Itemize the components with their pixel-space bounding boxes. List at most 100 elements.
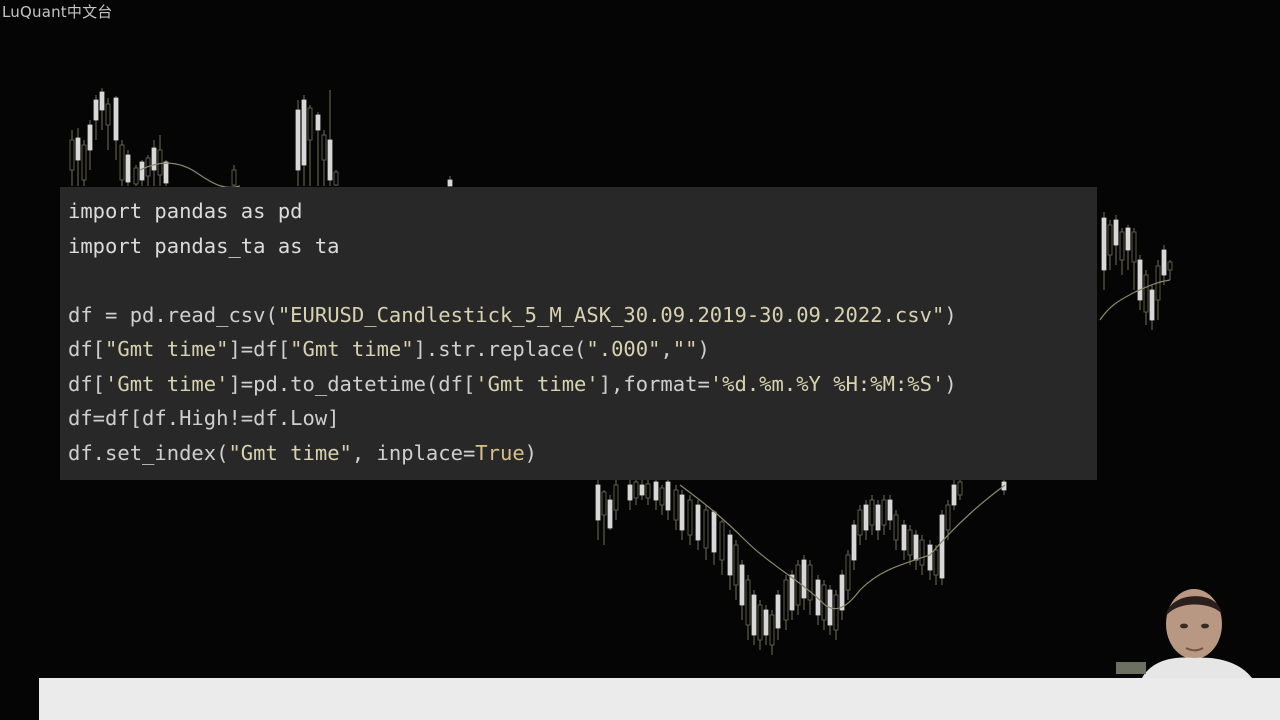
candle-body xyxy=(81,144,87,181)
candle xyxy=(607,495,613,530)
candle-body xyxy=(295,109,301,171)
candle-body xyxy=(887,499,893,521)
code-line: import pandas_ta as ta xyxy=(68,229,1097,264)
candle-body xyxy=(857,509,863,536)
candle xyxy=(845,550,851,600)
candle xyxy=(447,176,453,187)
candle-body xyxy=(601,491,607,516)
candle-body xyxy=(839,574,845,611)
candle-body xyxy=(801,559,807,599)
code-token: ) xyxy=(944,302,957,327)
code-token: ],format= xyxy=(598,371,710,396)
candle xyxy=(87,120,93,170)
candle-body xyxy=(695,504,701,541)
candle-body xyxy=(327,139,333,181)
candle-body xyxy=(939,514,945,579)
candle xyxy=(633,480,639,505)
candle-body xyxy=(1161,249,1167,276)
candle-body xyxy=(919,539,925,566)
candle-body xyxy=(133,167,139,185)
code-token: , inplace= xyxy=(351,440,476,465)
candle xyxy=(315,112,321,186)
candle-body xyxy=(613,484,619,511)
candle xyxy=(833,590,839,640)
candle xyxy=(295,100,301,186)
candle-body xyxy=(745,579,751,626)
candle xyxy=(887,495,893,530)
candle-body xyxy=(679,494,685,531)
code-token: ".000" xyxy=(586,337,661,361)
candle-body xyxy=(99,91,105,111)
candle-body xyxy=(893,514,899,541)
candle xyxy=(919,535,925,575)
candle-body xyxy=(751,594,757,636)
candle xyxy=(301,95,307,186)
candle xyxy=(639,480,645,500)
code-line: df=df[df.High!=df.Low] xyxy=(68,401,1097,436)
candle xyxy=(703,505,709,560)
candle-body xyxy=(163,161,169,184)
code-token: "Gmt time" xyxy=(105,337,229,361)
candle xyxy=(105,98,111,150)
candle xyxy=(769,610,775,655)
candle xyxy=(745,575,751,640)
code-token: "Gmt time" xyxy=(290,337,414,361)
candle-body xyxy=(845,554,851,591)
candle-body xyxy=(807,564,813,601)
candle xyxy=(775,590,781,640)
candle xyxy=(807,560,813,615)
candle xyxy=(613,480,619,520)
code-token: df[ xyxy=(68,371,106,396)
candle xyxy=(679,490,685,540)
candle-body xyxy=(87,124,93,151)
candle-body xyxy=(739,564,745,606)
candle xyxy=(601,490,607,545)
candle xyxy=(333,170,339,186)
candle-body xyxy=(901,524,907,551)
candle-body xyxy=(113,97,119,141)
candle xyxy=(645,480,651,505)
candle xyxy=(595,480,601,540)
candle-body xyxy=(75,137,81,161)
candle xyxy=(1155,260,1161,320)
code-line: import pandas as pd xyxy=(68,194,1097,229)
candle xyxy=(795,560,801,615)
candle xyxy=(933,545,939,585)
candle xyxy=(145,155,151,186)
candle xyxy=(627,480,633,510)
code-token: , xyxy=(660,337,673,361)
candle xyxy=(851,520,857,570)
candle xyxy=(113,96,119,160)
candle-body xyxy=(333,171,339,186)
candle xyxy=(1143,270,1149,325)
candle xyxy=(119,140,125,186)
candle xyxy=(957,480,963,500)
code-line: df = pd.read_csv("EURUSD_Candlestick_5_M… xyxy=(68,298,1097,333)
candle-body xyxy=(687,499,693,536)
candle-body xyxy=(875,504,881,531)
candle-body xyxy=(633,481,639,499)
candle-body xyxy=(711,511,717,553)
candle xyxy=(139,160,145,186)
candle-body xyxy=(139,161,145,181)
candle-body xyxy=(1113,219,1119,246)
candle-body xyxy=(795,564,801,606)
candle-body xyxy=(769,614,775,646)
code-token: "EURUSD_Candlestick_5_M_ASK_30.09.2019-3… xyxy=(277,302,945,327)
candle xyxy=(307,105,313,186)
candle xyxy=(163,160,169,186)
candle xyxy=(1131,228,1137,290)
code-line: df["Gmt time"]=df["Gmt time"].str.replac… xyxy=(68,332,1097,367)
candle-body xyxy=(595,484,601,521)
candle xyxy=(687,495,693,545)
candle-body xyxy=(301,99,307,166)
candle-body xyxy=(659,487,665,506)
candle xyxy=(665,480,671,520)
candle xyxy=(1149,285,1155,330)
candle xyxy=(739,560,745,620)
candle xyxy=(1167,260,1173,280)
candle xyxy=(1137,255,1143,310)
candle xyxy=(751,590,757,645)
candle xyxy=(327,90,333,186)
candle-body xyxy=(639,484,645,496)
